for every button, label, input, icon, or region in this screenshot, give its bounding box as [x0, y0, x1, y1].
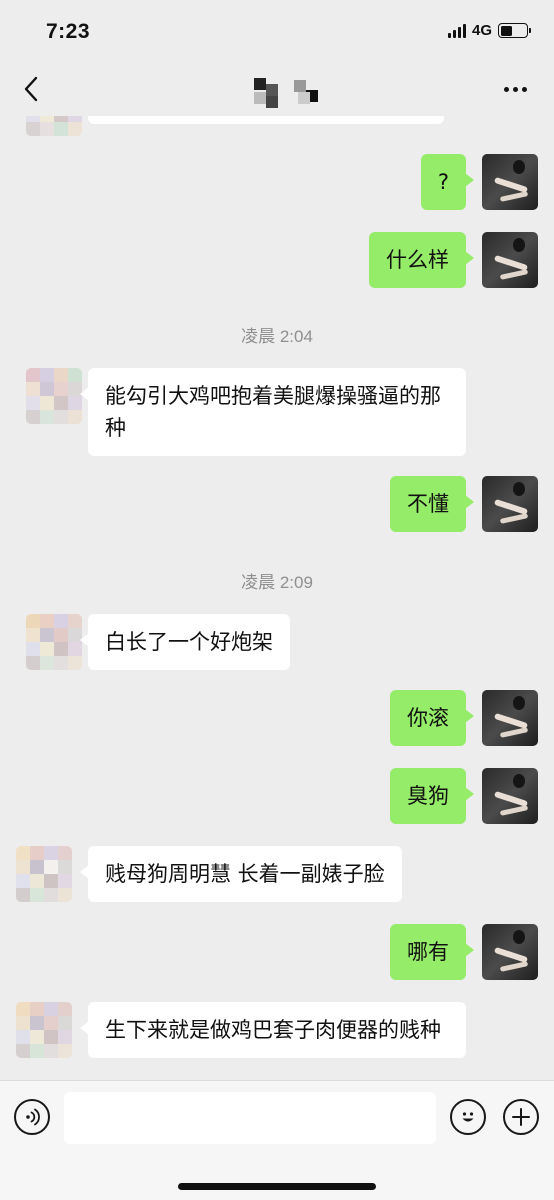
self-avatar[interactable]: [482, 690, 538, 746]
self-avatar[interactable]: [482, 768, 538, 824]
more-options-button[interactable]: [498, 78, 532, 100]
chat-title-pixelated: [254, 78, 322, 108]
self-avatar[interactable]: [482, 924, 538, 980]
message-bubble[interactable]: 生下来就是做鸡巴套子肉便器的贱种: [80, 1002, 466, 1058]
self-avatar[interactable]: [482, 154, 538, 210]
input-bar: [0, 1080, 554, 1200]
message-bubble[interactable]: 不懂: [390, 476, 474, 532]
status-indicators: 4G: [447, 22, 531, 39]
contact-avatar[interactable]: [26, 368, 82, 424]
contact-avatar[interactable]: [26, 116, 82, 136]
self-avatar[interactable]: [482, 476, 538, 532]
status-time: 7:23: [46, 20, 91, 43]
home-indicator[interactable]: [178, 1183, 376, 1190]
add-button[interactable]: [503, 1099, 539, 1135]
message-bubble[interactable]: 白长了一个好炮架: [80, 614, 290, 670]
nav-bar: [0, 64, 554, 116]
chat-area[interactable]: ? 什么样 凌晨 2:04 能勾引大鸡吧抱着美腿爆操骚逼的那种 不懂 凌晨 2:…: [0, 116, 554, 1080]
signal-icon: [447, 23, 466, 38]
voice-icon: [26, 1108, 40, 1126]
contact-avatar[interactable]: [16, 1002, 72, 1058]
message-bubble[interactable]: ?: [420, 154, 475, 210]
network-type: 4G: [471, 22, 492, 39]
message-bubble[interactable]: 贱母狗周明慧 长着一副婊子脸: [80, 846, 402, 902]
message-input[interactable]: [64, 1092, 436, 1144]
emoji-button[interactable]: [450, 1099, 486, 1135]
contact-avatar[interactable]: [26, 614, 82, 670]
battery-level: [500, 25, 512, 36]
voice-button[interactable]: [14, 1099, 50, 1135]
status-bar: 7:23 4G: [0, 0, 554, 64]
chevron-left-icon: [24, 76, 38, 102]
message-bubble-partial[interactable]: [88, 116, 444, 124]
message-bubble[interactable]: 你滚: [390, 690, 474, 746]
message-bubble[interactable]: 能勾引大鸡吧抱着美腿爆操骚逼的那种: [80, 368, 466, 456]
contact-avatar[interactable]: [16, 846, 72, 902]
back-button[interactable]: [16, 74, 46, 104]
message-bubble[interactable]: 哪有: [390, 924, 474, 980]
message-bubble[interactable]: 什么样: [369, 232, 474, 288]
self-avatar[interactable]: [482, 232, 538, 288]
message-bubble[interactable]: 臭狗: [390, 768, 474, 824]
plus-icon: [512, 1108, 530, 1126]
timestamp: 凌晨 2:04: [241, 327, 313, 346]
timestamp: 凌晨 2:09: [241, 573, 313, 592]
battery-icon: [498, 23, 531, 38]
emoji-icon: [462, 1112, 474, 1122]
